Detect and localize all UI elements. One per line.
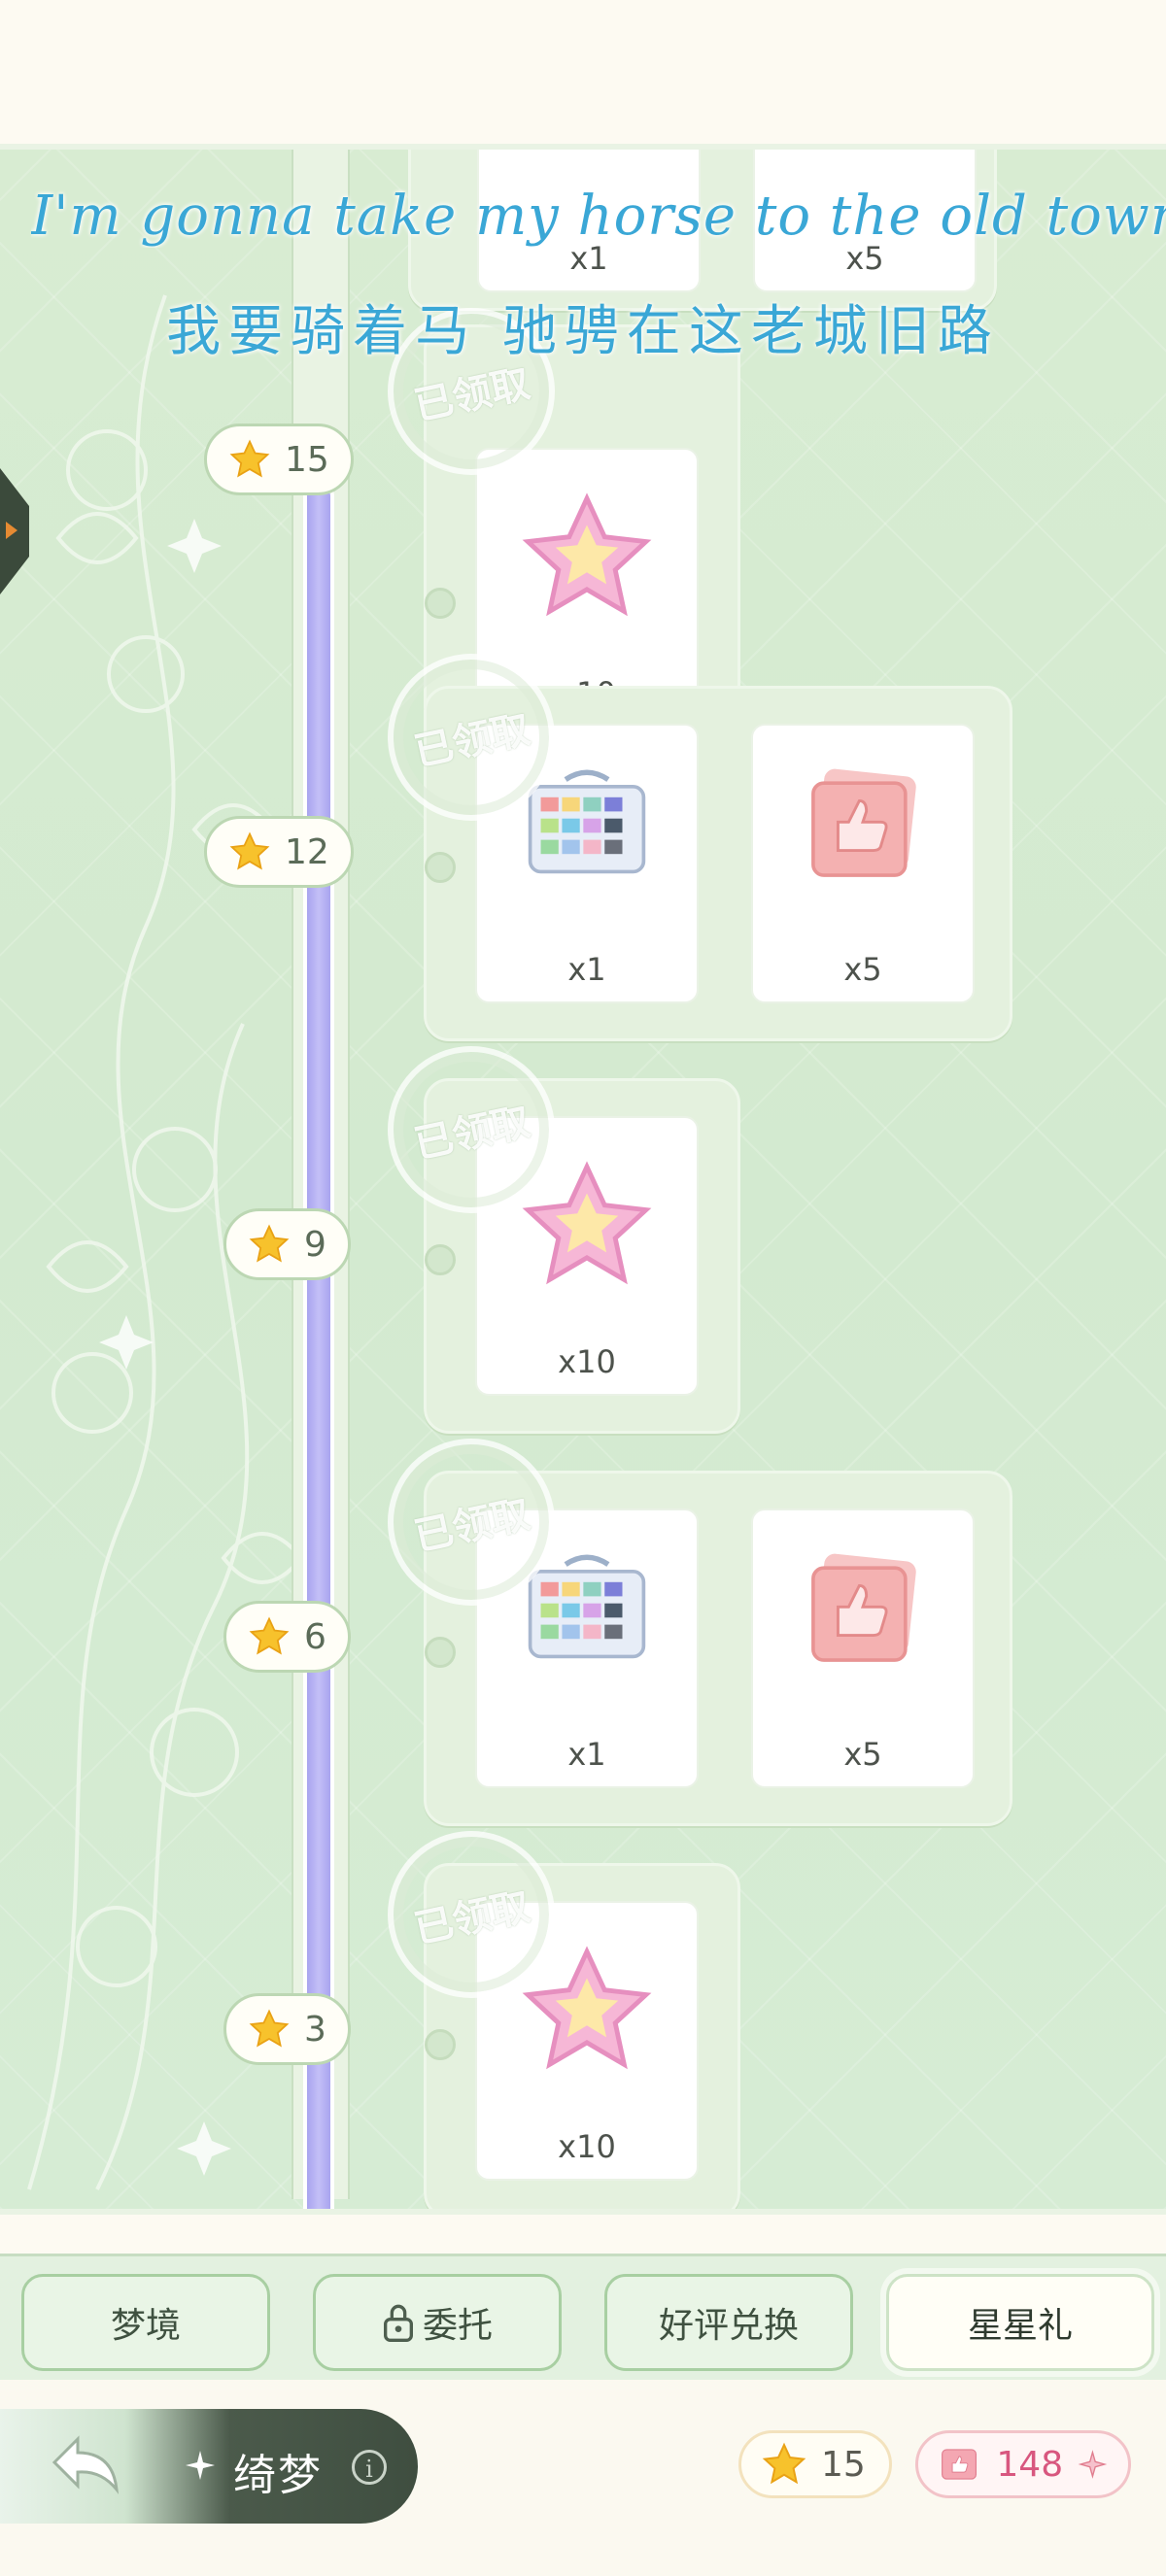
- star-icon: [249, 1616, 290, 1655]
- tab-label: 好评兑换: [658, 2306, 799, 2346]
- star-count: 15: [821, 2444, 866, 2485]
- milestone-value: 12: [285, 831, 329, 872]
- reward-card-tier-6: x1 x5 已领取: [371, 1422, 1012, 1826]
- location-name: 绮梦: [233, 2451, 323, 2500]
- reward-quantity: x5: [843, 951, 882, 988]
- like-counter: 148: [915, 2430, 1131, 2498]
- info-icon[interactable]: i: [352, 2450, 387, 2485]
- thumbs-up-card-icon: [811, 1553, 916, 1662]
- reward-quantity: x5: [843, 1736, 882, 1773]
- lyric-line-english: I'm gonna take my horse to the old town …: [31, 185, 1166, 248]
- milestone-badge-6: 6: [223, 1601, 351, 1673]
- reward-slot[interactable]: x5: [751, 1508, 975, 1788]
- milestone-value: 3: [304, 2009, 326, 2050]
- add-plus-icon[interactable]: [1077, 2448, 1109, 2481]
- milestone-value: 15: [285, 439, 329, 480]
- reward-quantity: x10: [558, 1343, 616, 1380]
- like-count: 148: [996, 2444, 1064, 2485]
- star-counter: 15: [738, 2430, 892, 2498]
- milestone-badge-9: 9: [223, 1208, 351, 1280]
- tab-star-gift[interactable]: 星星礼: [886, 2274, 1154, 2371]
- star-icon: [229, 439, 270, 478]
- card-hole: [425, 1637, 456, 1668]
- star-icon: [762, 2442, 806, 2485]
- tab-label: 委托: [422, 2306, 493, 2346]
- card-hole: [425, 852, 456, 883]
- reward-panel: x1 x5 15 x10 已领取 12: [0, 144, 1166, 2215]
- card-hole: [425, 1244, 456, 1275]
- milestone-badge-15: 15: [204, 424, 354, 495]
- card-hole: [425, 588, 456, 619]
- tab-label: 星星礼: [967, 2306, 1073, 2346]
- thumbs-up-card-icon: [942, 2449, 977, 2480]
- card-hole: [425, 2029, 456, 2060]
- pink-star-icon: [522, 492, 652, 617]
- milestone-badge-12: 12: [204, 816, 354, 888]
- star-icon: [249, 2009, 290, 2048]
- reward-quantity: x10: [558, 2128, 616, 2165]
- tab-bar: 梦境 委托 好评兑换 星星礼: [0, 2254, 1166, 2383]
- reward-slot[interactable]: x5: [751, 724, 975, 1003]
- tab-commission[interactable]: 委托: [313, 2274, 562, 2371]
- star-icon: [229, 831, 270, 870]
- reward-quantity: x1: [567, 951, 606, 988]
- sparkle-icon: [186, 2451, 215, 2480]
- lyric-line-chinese: 我要骑着马 驰骋在这老城旧路: [166, 300, 1000, 363]
- bottom-bar: 绮梦 i 15 148: [0, 2380, 1166, 2576]
- back-arrow-icon[interactable]: [47, 2430, 124, 2498]
- reward-card-tier-3: x10 已领取: [371, 1814, 740, 2209]
- reward-card-tier-9: x10 已领取: [371, 1030, 740, 1434]
- reward-card-tier-12: x1 x5 已领取: [371, 637, 1012, 1041]
- tab-dreamland[interactable]: 梦境: [21, 2274, 270, 2371]
- reward-quantity: x1: [567, 1736, 606, 1773]
- milestone-value: 9: [304, 1224, 326, 1265]
- milestone-value: 6: [304, 1616, 326, 1657]
- lock-icon: [383, 2304, 413, 2342]
- star-icon: [249, 1224, 290, 1263]
- tab-label: 梦境: [110, 2306, 181, 2346]
- thumbs-up-card-icon: [811, 768, 916, 877]
- progress-fill: [307, 485, 330, 2209]
- milestone-badge-3: 3: [223, 1993, 351, 2065]
- tab-review-exchange[interactable]: 好评兑换: [604, 2274, 853, 2371]
